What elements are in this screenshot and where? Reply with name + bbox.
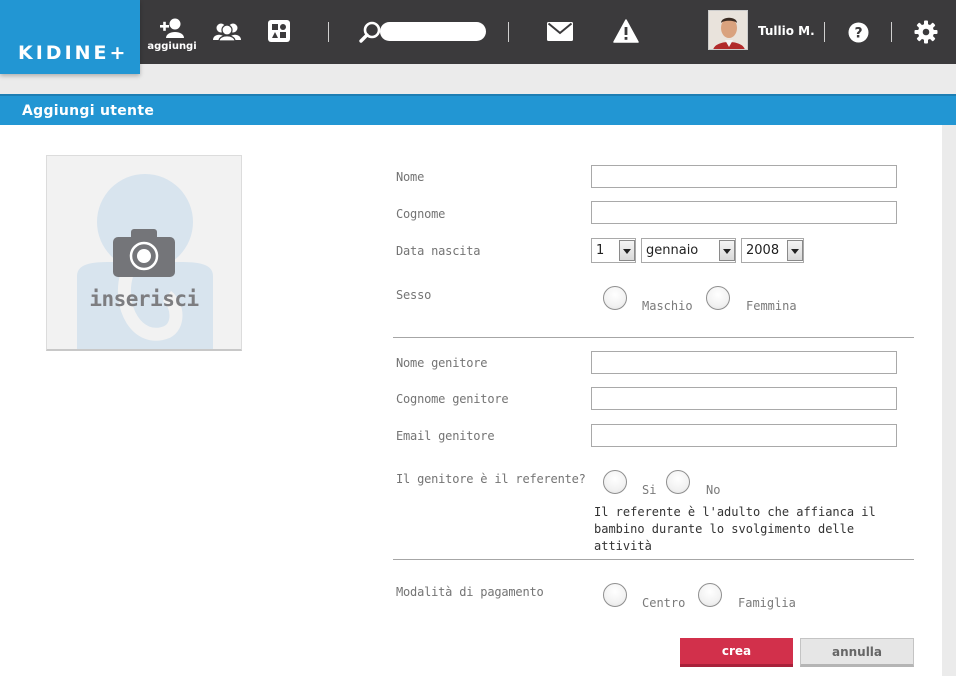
day-value: 1 [596, 243, 605, 258]
nav-separator [508, 22, 509, 42]
pagamento-centro-radio[interactable] [603, 583, 627, 607]
referente-no-radio[interactable] [666, 470, 690, 494]
nome-label: Nome [396, 170, 425, 184]
user-name[interactable]: Tullio M. [758, 24, 815, 38]
nome-genitore-input[interactable] [591, 351, 897, 374]
referente-no-label: No [706, 483, 721, 497]
email-genitore-input[interactable] [591, 424, 897, 447]
year-select[interactable]: 2008 [741, 238, 804, 263]
search-box [356, 20, 488, 44]
help-icon: ? [848, 22, 869, 47]
user-photo-icon [709, 11, 747, 49]
day-select[interactable]: 1 [591, 238, 636, 263]
cognome-input[interactable] [591, 201, 897, 224]
month-select[interactable]: gennaio [641, 238, 736, 263]
users-nav-button[interactable] [210, 21, 244, 45]
sesso-label: Sesso [396, 288, 432, 302]
pagamento-centro-label: Centro [642, 596, 686, 610]
sesso-femmina-label: Femmina [746, 299, 797, 313]
referente-label: Il genitore è il referente? [396, 472, 586, 486]
activities-nav-button[interactable] [266, 20, 292, 46]
page-title: Aggiungi utente [22, 103, 155, 119]
nav-separator [891, 22, 892, 42]
logo-text: KIDINE+ [18, 42, 129, 64]
add-user-icon [158, 18, 186, 42]
referente-si-radio[interactable] [603, 470, 627, 494]
avatar[interactable] [708, 10, 748, 50]
email-genitore-label: Email genitore [396, 429, 495, 443]
svg-text:?: ? [854, 26, 862, 42]
alerts-nav-button[interactable] [613, 19, 639, 47]
mail-icon [547, 22, 573, 45]
referente-help-text: Il referente è l'adulto che affianca il … [594, 505, 876, 553]
photo-upload[interactable]: inserisci [46, 155, 242, 351]
pagamento-famiglia-label: Famiglia [738, 596, 796, 610]
chevron-down-icon [719, 240, 735, 261]
nome-input[interactable] [591, 165, 897, 188]
sesso-maschio-radio[interactable] [603, 286, 627, 310]
section-divider [393, 337, 914, 338]
nav-separator [824, 22, 825, 42]
warning-icon [613, 19, 639, 47]
sesso-maschio-label: Maschio [642, 299, 693, 313]
panel-header: Aggiungi utente [0, 94, 956, 125]
nome-genitore-label: Nome genitore [396, 356, 488, 370]
pagamento-label: Modalità di pagamento [396, 585, 544, 599]
year-value: 2008 [746, 243, 780, 258]
messages-nav-button[interactable] [547, 22, 573, 45]
chevron-down-icon [787, 240, 803, 261]
chevron-down-icon [619, 240, 635, 261]
gear-icon [914, 20, 938, 48]
nav-separator [328, 22, 329, 42]
pagamento-famiglia-radio[interactable] [698, 583, 722, 607]
users-group-icon [212, 21, 242, 45]
referente-si-label: Si [642, 483, 657, 497]
cognome-genitore-label: Cognome genitore [396, 392, 509, 406]
top-navigation-bar: aggiungi Tullio M. ? [0, 0, 956, 64]
cognome-label: Cognome [396, 207, 446, 221]
settings-nav-button[interactable] [914, 20, 938, 48]
search-icon[interactable] [358, 20, 382, 48]
cancel-button[interactable]: annulla [800, 638, 914, 667]
activities-grid-icon [268, 20, 290, 46]
app-logo[interactable]: KIDINE+ [0, 0, 140, 74]
month-value: gennaio [646, 243, 699, 258]
photo-upload-label: inserisci [89, 287, 199, 311]
create-button[interactable]: crea [680, 638, 793, 667]
add-nav-label: aggiungi [147, 41, 197, 52]
cognome-genitore-input[interactable] [591, 387, 897, 410]
camera-icon [113, 229, 175, 281]
sesso-femmina-radio[interactable] [706, 286, 730, 310]
search-input[interactable] [380, 22, 486, 41]
section-divider [393, 559, 914, 560]
data-nascita-label: Data nascita [396, 244, 481, 258]
help-nav-button[interactable]: ? [848, 22, 869, 47]
add-user-nav-button[interactable]: aggiungi [144, 18, 200, 52]
